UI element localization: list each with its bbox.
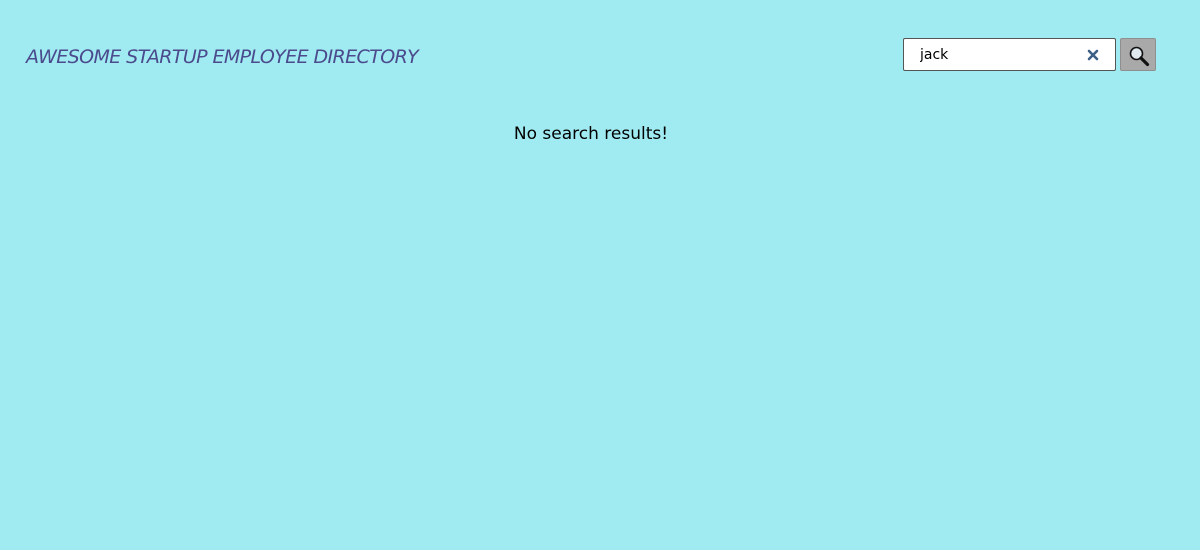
search-icon [1129,46,1150,67]
clear-search-icon[interactable] [1085,47,1101,63]
search-input[interactable] [904,39,1074,70]
no-results-message: No search results! [513,124,669,144]
search-form [903,38,1156,71]
search-button[interactable] [1120,38,1156,71]
search-box [903,38,1116,71]
close-icon [1087,49,1099,61]
page-header: AWESOME STARTUP EMPLOYEE DIRECTORY [0,0,1200,100]
page-title: AWESOME STARTUP EMPLOYEE DIRECTORY [26,46,419,68]
